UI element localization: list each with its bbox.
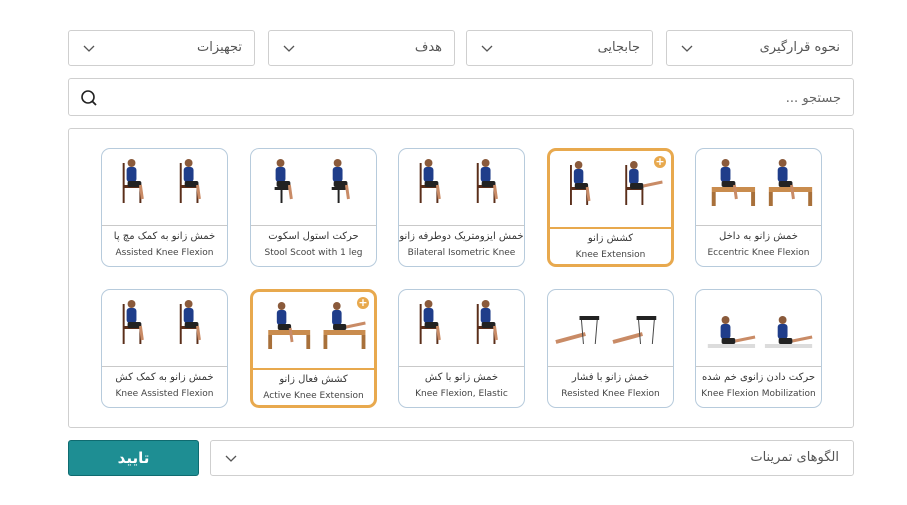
filter-placement-dropdown[interactable]: نحوه قرارگیری <box>666 30 853 66</box>
chair-sit-icon <box>399 149 524 225</box>
exercise-card[interactable]: + کشش فعال زانو Active Knee Extension <box>250 289 377 408</box>
exercise-patterns-dropdown[interactable]: الگوهای تمرینات <box>210 440 854 476</box>
exercise-title-en: Knee Flexion, Elastic <box>415 389 508 399</box>
exercise-card[interactable]: خمش زانو به داخل Eccentric Knee Flexion <box>695 148 822 267</box>
chair-legs-icon <box>102 290 227 366</box>
exercise-card[interactable]: حرکت استول اسکوت Stool Scoot with 1 leg <box>250 148 377 267</box>
exercise-card[interactable]: حرکت دادن زانوی خم شده Knee Flexion Mobil… <box>695 289 822 408</box>
exercise-title-en: Eccentric Knee Flexion <box>707 248 810 258</box>
chair-sit-extend-icon <box>550 151 671 227</box>
exercise-title-en: Knee Flexion Mobilization <box>701 389 816 399</box>
table-sit-extend-icon <box>253 292 374 368</box>
exercise-title-en: Bilateral Isometric Knee <box>407 248 516 258</box>
filter-placement-label: نحوه قرارگیری <box>759 40 840 55</box>
filter-goal-dropdown[interactable]: هدف <box>268 30 455 66</box>
card-divider <box>253 368 374 370</box>
exercise-title-en: Knee Extension <box>575 250 646 260</box>
card-divider <box>102 225 227 226</box>
table-sit-icon <box>696 149 821 225</box>
search-input[interactable] <box>109 85 843 111</box>
chevron-down-icon <box>83 45 95 52</box>
plus-icon[interactable]: + <box>654 156 666 168</box>
card-divider <box>399 225 524 226</box>
card-divider <box>548 366 673 367</box>
exercise-card[interactable]: خمش زانو با فشار Resisted Knee Flexion <box>547 289 674 408</box>
chair-sit-icon <box>102 149 227 225</box>
card-divider <box>251 225 376 226</box>
chevron-down-icon <box>283 45 295 52</box>
filter-equipment-dropdown[interactable]: تجهیزات <box>68 30 255 66</box>
filter-equipment-label: تجهیزات <box>197 40 242 55</box>
chevron-down-icon <box>481 45 493 52</box>
stool-sit-icon <box>251 149 376 225</box>
exercise-card[interactable]: خمش زانو به کمک کش Knee Assisted Flexion <box>101 289 228 408</box>
exercise-card[interactable]: خمش زانو به کمک مچ پا Assisted Knee Flexi… <box>101 148 228 267</box>
exercise-title-fa: خمش ایزومتریک دوطرفه زانو <box>399 231 524 242</box>
search-icon[interactable] <box>80 89 98 107</box>
exercise-patterns-label: الگوهای تمرینات <box>750 450 839 465</box>
exercise-title-fa: خمش زانو به کمک مچ پا <box>113 231 216 242</box>
exercise-title-fa: خمش زانو به داخل <box>719 231 798 242</box>
exercise-title-fa: خمش زانو با فشار <box>571 372 650 383</box>
search-box <box>68 78 854 116</box>
exercise-title-en: Active Knee Extension <box>263 391 364 401</box>
exercise-title-fa: کشش فعال زانو <box>279 374 348 385</box>
exercise-grid: خمش زانو به داخل Eccentric Knee Flexion + ک… <box>68 128 854 428</box>
exercise-card[interactable]: خمش زانو با کش Knee Flexion, Elastic <box>398 289 525 408</box>
exercise-title-en: Resisted Knee Flexion <box>561 389 660 399</box>
exercise-card[interactable]: + کشش زانو Knee Extension <box>547 148 674 267</box>
exercise-title-fa: حرکت استول اسکوت <box>268 231 359 242</box>
exercise-title-en: Stool Scoot with 1 leg <box>264 248 363 258</box>
exercise-title-en: Knee Assisted Flexion <box>115 389 214 399</box>
card-divider <box>399 366 524 367</box>
exercise-title-fa: خمش زانو با کش <box>424 372 499 383</box>
confirm-button[interactable]: تایید <box>68 440 199 476</box>
exercise-title-fa: حرکت دادن زانوی خم شده <box>701 372 816 383</box>
chevron-down-icon <box>681 45 693 52</box>
chevron-down-icon <box>225 455 237 462</box>
exercise-title-fa: کشش زانو <box>587 233 634 244</box>
card-divider <box>696 366 821 367</box>
exercise-title-fa: خمش زانو به کمک کش <box>115 372 214 383</box>
filter-movement-label: جابجایی <box>597 40 640 55</box>
filter-movement-dropdown[interactable]: جابجایی <box>466 30 653 66</box>
card-divider <box>550 227 671 229</box>
filter-goal-label: هدف <box>414 40 442 55</box>
leg-only-icon <box>548 290 673 366</box>
plus-icon[interactable]: + <box>357 297 369 309</box>
exercise-title-en: Assisted Knee Flexion <box>115 248 214 258</box>
exercise-card[interactable]: خمش ایزومتریک دوطرفه زانو Bilateral Isome… <box>398 148 525 267</box>
card-divider <box>696 225 821 226</box>
card-divider <box>102 366 227 367</box>
chair-sit-band-icon <box>399 290 524 366</box>
floor-sit-icon <box>696 290 821 366</box>
